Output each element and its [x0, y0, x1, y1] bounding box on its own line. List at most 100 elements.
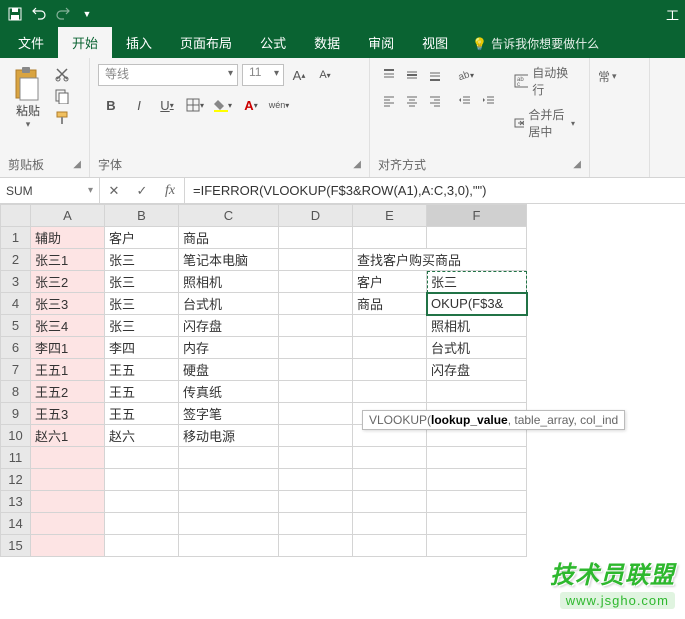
row-header[interactable]: 12	[1, 469, 31, 491]
cell[interactable]: 王五	[105, 381, 179, 403]
cell[interactable]	[279, 293, 353, 315]
cell[interactable]	[31, 491, 105, 513]
cell[interactable]	[279, 359, 353, 381]
cell[interactable]	[279, 491, 353, 513]
cell[interactable]	[179, 513, 279, 535]
row-header[interactable]: 7	[1, 359, 31, 381]
cell[interactable]: 赵六	[105, 425, 179, 447]
phonetic-button[interactable]: wén ▾	[266, 94, 292, 116]
font-name-select[interactable]: 等线	[98, 64, 238, 86]
clipboard-launcher-icon[interactable]: ◢	[73, 159, 81, 170]
cell[interactable]: 王五3	[31, 403, 105, 425]
col-header-D[interactable]: D	[279, 205, 353, 227]
cell[interactable]: 移动电源	[179, 425, 279, 447]
wrap-text-button[interactable]: abc 自动换行	[508, 62, 581, 100]
bold-button[interactable]: B	[98, 94, 124, 116]
orientation-icon[interactable]: ab▾	[454, 64, 476, 86]
cell[interactable]	[179, 535, 279, 557]
font-color-button[interactable]: A ▾	[238, 94, 264, 116]
fx-icon[interactable]: fx	[156, 183, 184, 199]
cell[interactable]	[427, 447, 527, 469]
cell[interactable]: 王五	[105, 359, 179, 381]
tab-review[interactable]: 审阅	[354, 27, 408, 58]
cell[interactable]	[353, 315, 427, 337]
col-header-B[interactable]: B	[105, 205, 179, 227]
cell[interactable]: 张三	[427, 271, 527, 293]
cell[interactable]	[179, 491, 279, 513]
tab-formulas[interactable]: 公式	[246, 27, 300, 58]
col-header-C[interactable]: C	[179, 205, 279, 227]
cell[interactable]: 张三	[105, 293, 179, 315]
cell[interactable]	[279, 469, 353, 491]
cell[interactable]	[353, 535, 427, 557]
cell[interactable]: 王五	[105, 403, 179, 425]
cell[interactable]	[31, 469, 105, 491]
tab-insert[interactable]: 插入	[112, 27, 166, 58]
cell[interactable]: 张三	[105, 271, 179, 293]
cell[interactable]	[427, 227, 527, 249]
cell[interactable]	[105, 469, 179, 491]
tab-data[interactable]: 数据	[300, 27, 354, 58]
row-header[interactable]: 14	[1, 513, 31, 535]
tab-file[interactable]: 文件	[4, 27, 58, 58]
save-icon[interactable]	[6, 5, 24, 23]
undo-icon[interactable]	[30, 5, 48, 23]
copy-icon[interactable]	[54, 88, 70, 104]
row-header[interactable]: 8	[1, 381, 31, 403]
cell[interactable]: 内存	[179, 337, 279, 359]
font-size-select[interactable]: 11	[242, 64, 284, 86]
cell[interactable]: 台式机	[179, 293, 279, 315]
row-header[interactable]: 9	[1, 403, 31, 425]
qat-dropdown-icon[interactable]: ▼	[78, 5, 96, 23]
underline-button[interactable]: U ▾	[154, 94, 180, 116]
cell[interactable]	[427, 491, 527, 513]
cell[interactable]: 张三	[105, 315, 179, 337]
cell[interactable]	[353, 491, 427, 513]
cell[interactable]	[279, 513, 353, 535]
row-header[interactable]: 11	[1, 447, 31, 469]
cell[interactable]	[279, 447, 353, 469]
cell[interactable]: 赵六1	[31, 425, 105, 447]
formula-input[interactable]: =IFERROR(VLOOKUP(F$3&ROW(A1),A:C,3,0),""…	[185, 178, 685, 203]
cell[interactable]	[179, 469, 279, 491]
cell[interactable]: 李四1	[31, 337, 105, 359]
align-right-icon[interactable]	[424, 90, 446, 112]
row-header[interactable]: 4	[1, 293, 31, 315]
cell[interactable]: 台式机	[427, 337, 527, 359]
cell[interactable]: 王五1	[31, 359, 105, 381]
tab-home[interactable]: 开始	[58, 27, 112, 58]
cell[interactable]: 照相机	[179, 271, 279, 293]
cell[interactable]: 签字笔	[179, 403, 279, 425]
cell[interactable]	[353, 359, 427, 381]
cell[interactable]: 笔记本电脑	[179, 249, 279, 271]
row-header[interactable]: 6	[1, 337, 31, 359]
align-center-icon[interactable]	[401, 90, 423, 112]
increase-font-icon[interactable]: A▴	[288, 64, 310, 86]
cell[interactable]	[353, 513, 427, 535]
align-middle-icon[interactable]	[401, 64, 423, 86]
font-launcher-icon[interactable]: ◢	[353, 159, 361, 170]
alignment-launcher-icon[interactable]: ◢	[573, 159, 581, 170]
cell[interactable]	[279, 315, 353, 337]
cell[interactable]: 张三3	[31, 293, 105, 315]
redo-icon[interactable]	[54, 5, 72, 23]
row-header[interactable]: 13	[1, 491, 31, 513]
cell[interactable]	[353, 381, 427, 403]
cell[interactable]: 闪存盘	[179, 315, 279, 337]
cell[interactable]: 传真纸	[179, 381, 279, 403]
cell[interactable]	[105, 535, 179, 557]
cell[interactable]: 闪存盘	[427, 359, 527, 381]
cell[interactable]	[353, 337, 427, 359]
merge-center-button[interactable]: 合并后居中 ▾	[508, 104, 581, 142]
cell[interactable]	[353, 469, 427, 491]
italic-button[interactable]: I	[126, 94, 152, 116]
cell[interactable]	[31, 447, 105, 469]
cell[interactable]	[105, 447, 179, 469]
cell[interactable]	[427, 381, 527, 403]
cell[interactable]	[353, 227, 427, 249]
cell[interactable]: 张三4	[31, 315, 105, 337]
row-header[interactable]: 10	[1, 425, 31, 447]
col-header-A[interactable]: A	[31, 205, 105, 227]
fill-color-button[interactable]: ▾	[210, 94, 236, 116]
col-header-F[interactable]: F	[427, 205, 527, 227]
